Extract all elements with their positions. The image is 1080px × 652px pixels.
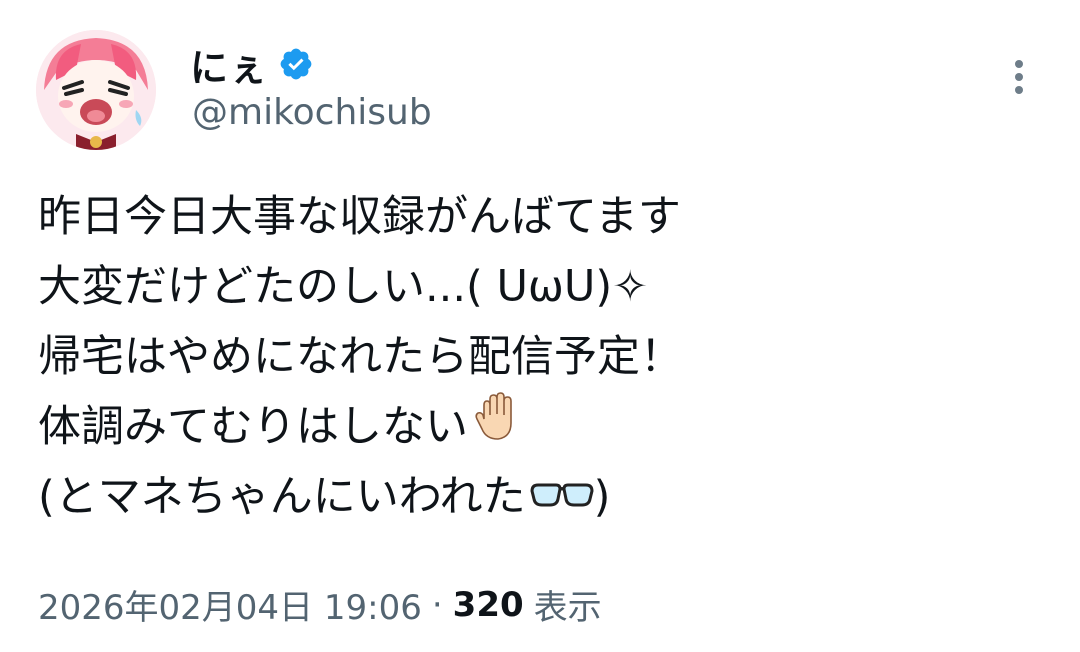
handle[interactable]: @mikochisub bbox=[192, 92, 432, 133]
display-name[interactable]: にぇ bbox=[190, 37, 268, 92]
glasses-emoji-icon bbox=[530, 462, 594, 532]
tweet-line-5-text: (とマネちゃんにいわれた bbox=[38, 472, 526, 522]
tweet-line-5: (とマネちゃんにいわれた ) bbox=[38, 462, 1048, 532]
meta-separator: · bbox=[431, 584, 443, 625]
verified-badge-icon[interactable] bbox=[278, 46, 314, 82]
tweet-meta: 2026年02月04日 19:06 · 320 表示 bbox=[38, 580, 602, 629]
tweet-line-3: 帰宅はやめになれたら配信予定！ bbox=[38, 332, 683, 382]
anime-avatar-icon bbox=[36, 30, 156, 150]
tweet-line-5-close-paren: ) bbox=[593, 472, 611, 522]
more-options-icon[interactable] bbox=[1004, 60, 1034, 100]
tweet-line-4-text: 体調みてむりはしない bbox=[38, 402, 468, 452]
raised-hand-emoji-icon bbox=[472, 391, 524, 464]
tweet-line-1: 昨日今日大事な収録がんばてます bbox=[38, 192, 681, 242]
views-count[interactable]: 320 bbox=[453, 585, 524, 625]
avatar[interactable] bbox=[36, 30, 156, 150]
tweet-line-4: 体調みてむりはしない bbox=[38, 391, 1048, 464]
tweet-card: にぇ @mikochisub 昨日今日大事な収録がんばてます 大変だけどたのしい… bbox=[0, 0, 1080, 652]
timestamp[interactable]: 2026年02月04日 19:06 bbox=[38, 580, 422, 629]
tweet-text: 昨日今日大事な収録がんばてます 大変だけどたのしい...( ᑌωᑌ)✧ 帰宅はや… bbox=[38, 182, 1048, 532]
tweet-line-2: 大変だけどたのしい...( ᑌωᑌ)✧ bbox=[38, 262, 649, 312]
views-label: 表示 bbox=[533, 588, 602, 628]
author-name-row: にぇ bbox=[190, 38, 314, 90]
